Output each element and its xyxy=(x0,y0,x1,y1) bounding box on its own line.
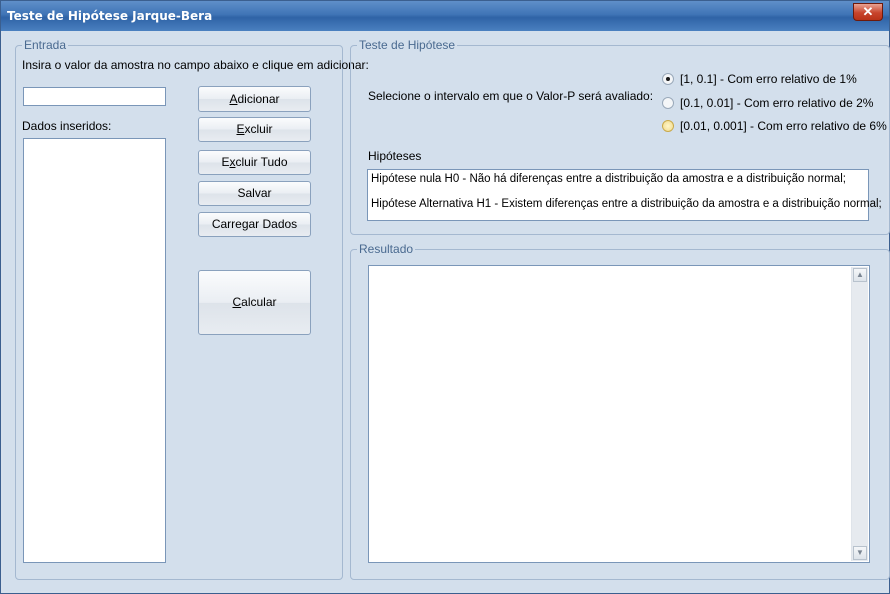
close-icon: ✕ xyxy=(862,4,874,19)
window-title: Teste de Hipótese Jarque-Bera xyxy=(7,9,213,23)
teste-hipotese-legend: Teste de Hipótese xyxy=(359,38,456,52)
radio-unchecked-icon xyxy=(662,120,674,132)
calcular-button[interactable]: Calcular xyxy=(198,270,311,335)
client-area: Entrada Insira o valor da amostra no cam… xyxy=(3,31,890,591)
hipoteses-label: Hipóteses xyxy=(368,149,422,163)
entrada-legend: Entrada xyxy=(24,38,67,52)
excluir-tudo-button[interactable]: Excluir Tudo xyxy=(198,150,311,175)
valor-p-prompt: Selecione o intervalo em que o Valor-P s… xyxy=(368,89,654,103)
dados-inseridos-label: Dados inseridos: xyxy=(22,119,112,133)
main-window: Teste de Hipótese Jarque-Bera ✕ Entrada … xyxy=(0,0,890,594)
hipoteses-textbox[interactable]: Hipótese nula H0 - Não há diferenças ent… xyxy=(367,169,882,221)
carregar-dados-button[interactable]: Carregar Dados xyxy=(198,212,311,237)
entrada-instruction: Insira o valor da amostra no campo abaix… xyxy=(22,58,369,72)
radio-unchecked-icon xyxy=(662,97,674,109)
title-bar[interactable]: Teste de Hipótese Jarque-Bera ✕ xyxy=(1,1,889,31)
scroll-up-icon[interactable]: ▲ xyxy=(853,268,867,282)
scroll-down-icon[interactable]: ▼ xyxy=(853,546,867,560)
sample-value-input[interactable] xyxy=(23,87,166,106)
excluir-button[interactable]: Excluir xyxy=(198,117,311,142)
vertical-scrollbar[interactable]: ▲ ▼ xyxy=(851,267,868,561)
h1-text: Hipótese Alternativa H1 - Existem difere… xyxy=(371,198,882,210)
salvar-button[interactable]: Salvar xyxy=(198,181,311,206)
resultado-textarea[interactable]: ▲ ▼ xyxy=(368,265,870,563)
data-listbox[interactable] xyxy=(23,138,166,563)
h0-text: Hipótese nula H0 - Não há diferenças ent… xyxy=(371,173,846,185)
resultado-legend: Resultado xyxy=(359,242,414,256)
radio-checked-icon xyxy=(662,73,674,85)
close-button[interactable]: ✕ xyxy=(853,3,883,21)
adicionar-button[interactable]: Adicionar xyxy=(198,86,311,112)
